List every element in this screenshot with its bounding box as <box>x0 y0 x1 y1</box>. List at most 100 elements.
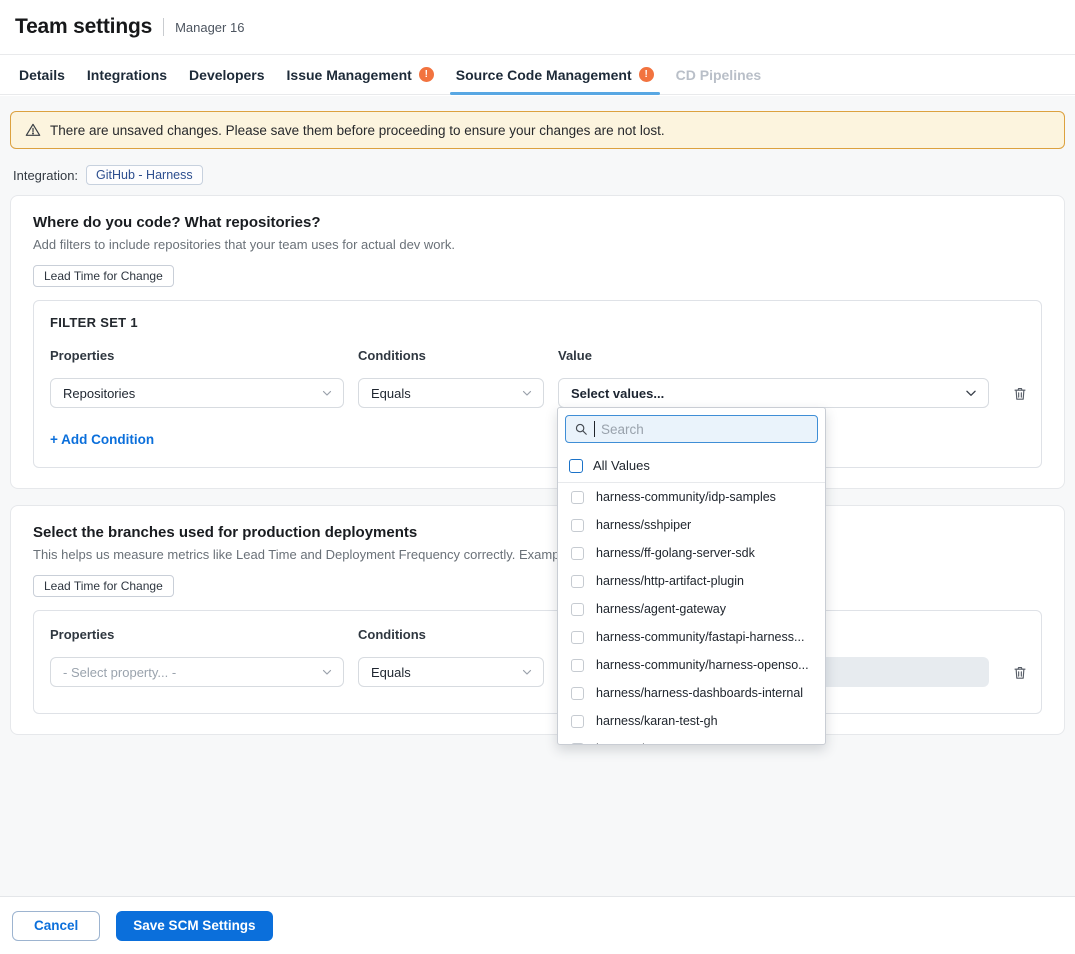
dropdown-option[interactable]: harness/http-artifact-plugin <box>558 567 825 595</box>
option-label: harness/harness-dashboards-internal <box>596 686 803 700</box>
option-label: harness/sshpiper <box>596 518 691 532</box>
tab-bar: Details Integrations Developers Issue Ma… <box>0 55 1075 95</box>
delete-filter-button[interactable] <box>1003 660 1037 685</box>
tab-label: Issue Management <box>287 67 412 83</box>
filter-column-headers: Properties Conditions Value <box>50 348 1025 363</box>
unsaved-changes-banner: There are unsaved changes. Please save t… <box>10 111 1065 149</box>
checkbox-icon[interactable] <box>569 459 583 473</box>
dropdown-search-input[interactable]: Search <box>565 415 818 443</box>
dropdown-option[interactable]: harness/ff-golang-server-sdk <box>558 539 825 567</box>
page-header: Team settings Manager 16 <box>0 0 1075 55</box>
option-label: harness-community/idp-samples <box>596 490 776 504</box>
conditions-column-label: Conditions <box>358 627 544 642</box>
team-name-label: Manager 16 <box>175 20 244 35</box>
filter-row: Repositories Equals Select values... <box>50 378 1025 408</box>
checkbox-icon[interactable] <box>571 631 584 644</box>
option-label: harness/agent-gateway <box>596 602 726 616</box>
checkbox-icon[interactable] <box>571 687 584 700</box>
tab-label: CD Pipelines <box>676 67 762 83</box>
all-values-option[interactable]: All Values <box>558 450 825 483</box>
dropdown-option[interactable]: harness-community/fastapi-harness... <box>558 623 825 651</box>
tab-label: Source Code Management <box>456 67 632 83</box>
branches-card-title: Select the branches used for production … <box>33 524 1042 541</box>
properties-column-label: Properties <box>50 627 344 642</box>
dropdown-option-clipped[interactable]: harness/... <box>558 735 825 745</box>
integration-chip[interactable]: GitHub - Harness <box>86 165 203 185</box>
lead-time-tag: Lead Time for Change <box>33 265 174 287</box>
property-select-placeholder: - Select property... - <box>63 665 176 680</box>
dropdown-option[interactable]: harness/karan-test-gh <box>558 707 825 735</box>
value-select-placeholder: Select values... <box>571 386 664 401</box>
checkbox-icon[interactable] <box>571 491 584 504</box>
property-select[interactable]: Repositories <box>50 378 344 408</box>
trash-icon <box>1012 664 1028 681</box>
filter-set-title: FILTER SET 1 <box>50 315 1025 330</box>
chevron-down-icon <box>321 387 333 399</box>
all-values-label: All Values <box>593 458 650 473</box>
checkbox-icon[interactable] <box>571 603 584 616</box>
tab-integrations[interactable]: Integrations <box>76 55 178 94</box>
page-title: Team settings <box>15 15 152 39</box>
filter-column-headers: Properties Conditions Value <box>50 627 1025 642</box>
search-placeholder: Search <box>601 422 644 437</box>
repositories-card: Where do you code? What repositories? Ad… <box>10 195 1065 489</box>
warning-badge-icon: ! <box>419 67 434 82</box>
warning-badge-icon: ! <box>639 67 654 82</box>
search-icon <box>574 422 588 436</box>
option-label: harness/karan-test-gh <box>596 714 718 728</box>
tab-label: Integrations <box>87 67 167 83</box>
option-label: harness-community/harness-openso... <box>596 658 809 672</box>
values-dropdown: Search All Values harness-community/idp-… <box>557 407 826 745</box>
warning-triangle-icon <box>25 122 41 138</box>
integration-label: Integration: <box>13 168 78 183</box>
filter-set-1-box: FILTER SET 1 Properties Conditions Value… <box>33 300 1042 468</box>
dropdown-option[interactable]: harness/harness-dashboards-internal <box>558 679 825 707</box>
tab-cd-pipelines: CD Pipelines <box>665 55 773 94</box>
trash-icon <box>1012 385 1028 402</box>
chevron-down-icon <box>964 386 978 400</box>
delete-filter-button[interactable] <box>1003 381 1037 406</box>
main-content: There are unsaved changes. Please save t… <box>0 96 1075 896</box>
dropdown-option[interactable]: harness-community/harness-openso... <box>558 651 825 679</box>
property-select-value: Repositories <box>63 386 135 401</box>
cancel-button[interactable]: Cancel <box>12 911 100 941</box>
branch-condition-select[interactable]: Equals <box>358 657 544 687</box>
banner-text: There are unsaved changes. Please save t… <box>50 123 665 138</box>
integration-row: Integration: GitHub - Harness <box>10 165 1065 185</box>
option-label: harness/... <box>596 742 654 745</box>
checkbox-icon[interactable] <box>571 715 584 728</box>
chevron-down-icon <box>321 666 333 678</box>
option-label: harness/ff-golang-server-sdk <box>596 546 755 560</box>
condition-select[interactable]: Equals <box>358 378 544 408</box>
branches-card: Select the branches used for production … <box>10 505 1065 735</box>
tab-issue-management[interactable]: Issue Management ! <box>276 55 445 94</box>
checkbox-icon[interactable] <box>571 575 584 588</box>
tab-details[interactable]: Details <box>8 55 76 94</box>
condition-select-value: Equals <box>371 665 411 680</box>
value-multiselect[interactable]: Select values... <box>558 378 989 408</box>
chevron-down-icon <box>521 666 533 678</box>
tab-source-code-management[interactable]: Source Code Management ! <box>445 55 665 94</box>
option-label: harness/http-artifact-plugin <box>596 574 744 588</box>
add-condition-button[interactable]: + Add Condition <box>50 432 154 447</box>
repositories-card-subtitle: Add filters to include repositories that… <box>33 237 1042 252</box>
checkbox-icon[interactable] <box>571 743 584 746</box>
lead-time-tag: Lead Time for Change <box>33 575 174 597</box>
condition-select-value: Equals <box>371 386 411 401</box>
footer-bar: Cancel Save SCM Settings <box>0 896 1075 954</box>
branches-card-subtitle: This helps us measure metrics like Lead … <box>33 547 1042 562</box>
dropdown-option[interactable]: harness/sshpiper <box>558 511 825 539</box>
text-cursor <box>594 421 595 437</box>
tab-label: Details <box>19 67 65 83</box>
tab-developers[interactable]: Developers <box>178 55 275 94</box>
save-scm-settings-button[interactable]: Save SCM Settings <box>116 911 272 941</box>
checkbox-icon[interactable] <box>571 547 584 560</box>
repositories-card-title: Where do you code? What repositories? <box>33 214 1042 231</box>
value-column-label: Value <box>558 348 989 363</box>
filter-row: - Select property... - Equals <box>50 657 1025 687</box>
dropdown-option[interactable]: harness-community/idp-samples <box>558 483 825 511</box>
checkbox-icon[interactable] <box>571 659 584 672</box>
branch-property-select[interactable]: - Select property... - <box>50 657 344 687</box>
checkbox-icon[interactable] <box>571 519 584 532</box>
dropdown-option[interactable]: harness/agent-gateway <box>558 595 825 623</box>
